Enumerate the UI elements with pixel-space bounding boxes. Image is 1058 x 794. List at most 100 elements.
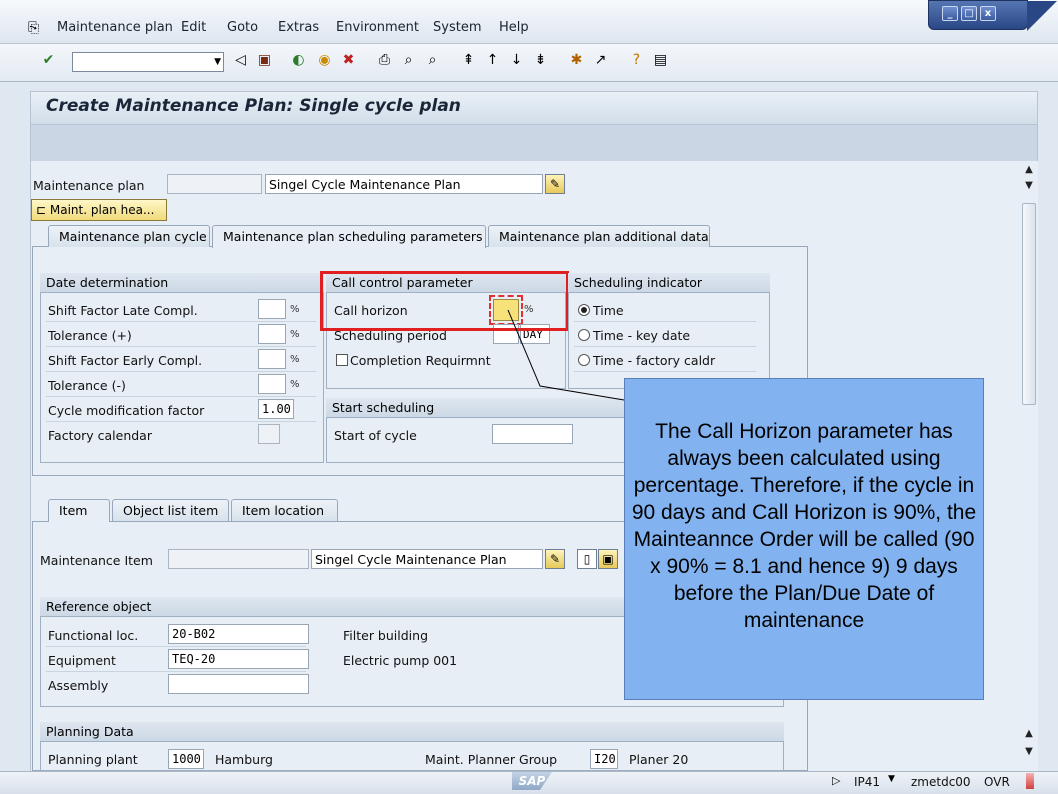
transaction-dropdown-icon[interactable]: ▼ — [888, 774, 895, 784]
find-icon[interactable]: ⌕ — [400, 52, 417, 69]
menu-icon[interactable]: ⎘ — [28, 20, 39, 36]
previous-page-icon[interactable]: ↑ — [484, 52, 501, 69]
back-icon[interactable]: ◐ — [290, 52, 307, 69]
scroll-down-icon[interactable]: ▼ — [1020, 180, 1038, 191]
tab-item-location[interactable]: Item location — [231, 499, 338, 521]
maintenance-item-number[interactable] — [168, 549, 309, 569]
enter-icon[interactable]: ✔ — [40, 52, 57, 69]
scroll-up-bottom-icon[interactable]: ▲ — [1020, 728, 1038, 739]
assembly-label: Assembly — [48, 678, 109, 693]
planning-data-row: Planning plant 1000 Hamburg Maint. Plann… — [40, 743, 784, 771]
assembly-input[interactable] — [168, 674, 309, 694]
scroll-thumb[interactable] — [1022, 203, 1036, 405]
time-factory-calendar-radio[interactable] — [578, 354, 590, 366]
row-divider — [574, 346, 756, 347]
layout-menu-icon[interactable]: ▤ — [652, 52, 669, 69]
print-icon[interactable]: ⎙ — [376, 52, 393, 69]
equipment-input[interactable]: TEQ-20 — [168, 649, 309, 669]
maintenance-item-description[interactable]: Singel Cycle Maintenance Plan — [311, 549, 543, 569]
minimize-button[interactable]: _ — [942, 6, 958, 21]
tolerance-plus-input[interactable] — [258, 324, 286, 344]
shift-factor-late-input[interactable] — [258, 299, 286, 319]
shift-factor-early-label: Shift Factor Early Compl. — [48, 353, 203, 368]
factory-calendar-label: Factory calendar — [48, 428, 152, 443]
functional-location-input[interactable]: 20-B02 — [168, 624, 309, 644]
time-radio-label: Time — [593, 303, 624, 318]
tolerance-plus-label: Tolerance (+) — [48, 328, 132, 343]
status-expand-icon[interactable]: ▷ — [832, 774, 840, 787]
shift-factor-late-unit: % — [290, 304, 300, 315]
shift-factor-early-input[interactable] — [258, 349, 286, 369]
menu-goto[interactable]: Goto — [227, 20, 258, 35]
planner-group-desc: Planer 20 — [629, 752, 689, 767]
tolerance-minus-label: Tolerance (-) — [48, 378, 126, 393]
chevron-down-icon[interactable]: ▼ — [214, 57, 221, 67]
menu-help[interactable]: Help — [499, 20, 529, 35]
time-key-date-label: Time - key date — [593, 328, 691, 343]
row-divider — [46, 646, 306, 647]
tab-additional-data[interactable]: Maintenance plan additional data — [488, 225, 710, 247]
cycle-modification-label: Cycle modification factor — [48, 403, 205, 418]
planning-plant-input[interactable]: 1000 — [168, 749, 204, 769]
maintenance-plan-description[interactable]: Singel Cycle Maintenance Plan — [265, 174, 543, 194]
planning-plant-desc: Hamburg — [215, 752, 273, 767]
menu-environment[interactable]: Environment — [336, 20, 419, 35]
item-edit-text-icon[interactable]: ✎ — [545, 549, 565, 569]
planner-group-input[interactable]: I20 — [590, 749, 618, 769]
create-session-icon[interactable]: ✱ — [568, 52, 585, 69]
completion-requirement-label: Completion Requirmnt — [350, 353, 491, 368]
tolerance-minus-input[interactable] — [258, 374, 286, 394]
maintenance-plan-number[interactable] — [167, 174, 262, 194]
menu-extras[interactable]: Extras — [278, 20, 319, 35]
exit-icon[interactable]: ◉ — [316, 52, 333, 69]
time-factory-calendar-label: Time - factory caldr — [593, 353, 716, 368]
maximize-button[interactable]: □ — [961, 6, 977, 21]
transaction-code: IP41 — [854, 775, 881, 789]
status-indicator-icon — [1026, 773, 1034, 789]
copy-document-icon[interactable]: ▣ — [598, 549, 618, 569]
tab-plan-cycle[interactable]: Maintenance plan cycle — [48, 225, 210, 247]
find-next-icon[interactable]: ⌕ — [424, 52, 441, 69]
functional-location-desc: Filter building — [343, 628, 428, 643]
cancel-icon[interactable]: ✖ — [340, 52, 357, 69]
menu-maintenance-plan[interactable]: Maintenance plan — [57, 20, 173, 35]
menu-edit[interactable]: Edit — [181, 20, 206, 35]
scroll-up-icon[interactable]: ▲ — [1020, 164, 1038, 175]
hierarchy-icon: ⊏ — [36, 203, 47, 217]
planning-data-title: Planning Data — [40, 722, 784, 742]
close-button[interactable]: x — [980, 6, 996, 21]
start-of-cycle-input[interactable] — [492, 424, 573, 444]
document-icon[interactable]: ▯ — [577, 549, 597, 569]
shift-factor-late-label: Shift Factor Late Compl. — [48, 303, 198, 318]
command-field[interactable]: ▼ — [72, 52, 224, 72]
edit-long-text-icon[interactable]: ✎ — [545, 174, 565, 194]
maintenance-item-label: Maintenance Item — [40, 553, 153, 568]
start-of-cycle-label: Start of cycle — [334, 428, 417, 443]
time-key-date-radio[interactable] — [578, 329, 590, 341]
row-divider — [46, 396, 316, 397]
last-page-icon[interactable]: ⇟ — [532, 52, 549, 69]
factory-calendar-input[interactable] — [258, 424, 280, 444]
save-icon[interactable]: ▣ — [256, 52, 273, 69]
planner-group-label: Maint. Planner Group — [425, 752, 558, 767]
next-page-icon[interactable]: ↓ — [508, 52, 525, 69]
tab-item[interactable]: Item — [48, 499, 110, 522]
row-divider — [46, 671, 306, 672]
shortcut-icon[interactable]: ↗ — [592, 52, 609, 69]
cycle-modification-input[interactable]: 1.00 — [258, 399, 294, 419]
completion-requirement-checkbox[interactable] — [336, 354, 348, 366]
menu-system[interactable]: System — [433, 20, 481, 35]
tab-scheduling-parameters[interactable]: Maintenance plan scheduling parameters — [212, 225, 486, 248]
first-page-icon[interactable]: ⇞ — [460, 52, 477, 69]
back-arrow-icon[interactable]: ◁ — [232, 52, 249, 69]
tab-object-list-item[interactable]: Object list item — [112, 499, 229, 521]
call-control-highlight — [320, 271, 569, 331]
scroll-down-bottom-icon[interactable]: ▼ — [1020, 746, 1038, 757]
help-icon[interactable]: ? — [628, 52, 645, 69]
insert-mode: OVR — [984, 775, 1010, 789]
row-divider — [46, 421, 316, 422]
maintenance-plan-label: Maintenance plan — [33, 178, 145, 193]
plan-header-button[interactable]: ⊏ Maint. plan hea... — [31, 199, 167, 221]
time-radio[interactable] — [578, 304, 590, 316]
row-divider — [46, 346, 316, 347]
